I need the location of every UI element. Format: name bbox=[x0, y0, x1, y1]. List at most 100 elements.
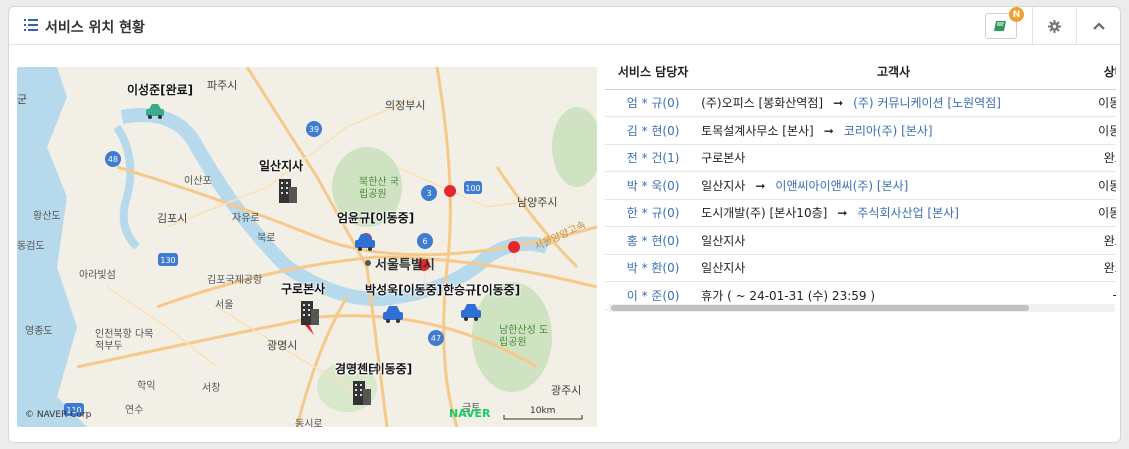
map-marker-label[interactable]: 한승규[이동중] bbox=[443, 281, 520, 298]
table-row[interactable]: 김 * 현(0)토목설계사무소 [본사]➞코리아(주) [본사]이동중24 bbox=[605, 116, 1116, 145]
map-label: 서울특별시 bbox=[375, 258, 435, 273]
collapse-button[interactable] bbox=[1076, 7, 1120, 45]
car-icon[interactable] bbox=[144, 103, 166, 119]
customer-cell: (주)오피스 [봉화산역점] ➞ (주) 커뮤니케이션 [노원역점] bbox=[701, 89, 1086, 117]
customer-cell: 도시개발(주) [본사10층] ➞ 주식회사산업 [본사] bbox=[701, 199, 1086, 227]
new-badge: N bbox=[1009, 7, 1024, 22]
table-row[interactable]: 박 * 환(0)일산지사완료24 bbox=[605, 254, 1116, 282]
service-location-panel: 서비스 위치 현황 N 39 48 3 6 47 100 130 110 군 파… bbox=[8, 6, 1121, 443]
map-label: 황산도 bbox=[33, 211, 61, 222]
agent-link[interactable]: 홍 * 현(0) bbox=[605, 226, 702, 255]
agent-link[interactable]: 전 * 건(1) bbox=[605, 144, 702, 172]
table-header-row: 서비스 담당자 고객사 상태 등 bbox=[605, 55, 1116, 90]
map-marker-label[interactable]: 경영센터 bbox=[335, 360, 379, 377]
map-label: 자유로 bbox=[232, 213, 260, 224]
map-label: 파주시 bbox=[207, 79, 238, 92]
map-label: 군 bbox=[17, 93, 28, 106]
map-label: 광주시 bbox=[551, 384, 582, 397]
table-row[interactable]: 엄 * 규(0) (주)오피스 [봉화산역점] ➞ (주) 커뮤니케이션 [노원역점]… bbox=[605, 89, 1116, 117]
map-marker-label[interactable]: 일산지사 bbox=[259, 157, 303, 174]
column-header[interactable]: 상태 bbox=[1085, 55, 1116, 90]
arrow-icon: ➞ bbox=[823, 123, 834, 138]
building-icon[interactable] bbox=[351, 379, 371, 405]
customer-cell: 일산지사 ➞ 이앤씨아이앤씨(주) [본사] bbox=[701, 171, 1086, 200]
map-base[interactable]: 39 48 3 6 47 100 130 110 bbox=[17, 67, 597, 427]
status-cell: 이동중 bbox=[1085, 89, 1116, 117]
status-cell: 완료 bbox=[1085, 254, 1116, 282]
service-map[interactable]: 39 48 3 6 47 100 130 110 군 파주시 의정부시 이산포 … bbox=[17, 67, 597, 427]
customer-to[interactable]: (주) 커뮤니케이션 [노원역점] bbox=[853, 96, 1001, 110]
car-icon[interactable] bbox=[353, 233, 377, 251]
map-marker-label[interactable]: 엄윤규[이동중] bbox=[337, 209, 414, 226]
car-icon[interactable] bbox=[459, 303, 483, 321]
map-label: 남양주시 bbox=[517, 196, 558, 209]
map-marker-label[interactable]: 이성준[완료] bbox=[127, 81, 193, 98]
table-row[interactable]: 한 * 규(0)도시개발(주) [본사10층]➞주식회사산업 [본사]이동중24 bbox=[605, 199, 1116, 227]
map-label: 의정부시 bbox=[385, 99, 426, 112]
customer-from: 휴가 ( ~ 24-01-31 (수) 23:59 ) bbox=[701, 288, 876, 303]
customer-from: 일산지사 bbox=[701, 178, 746, 193]
map-label: 김포국제공항 bbox=[207, 275, 263, 286]
customer-cell: 토목설계사무소 [본사] ➞ 코리아(주) [본사] bbox=[701, 116, 1086, 145]
building-icon[interactable] bbox=[299, 299, 319, 325]
svg-text:6: 6 bbox=[422, 237, 427, 246]
customer-to[interactable]: 이앤씨아이앤씨(주) [본사] bbox=[775, 179, 908, 193]
customer-cell: 일산지사 bbox=[701, 226, 1086, 255]
column-header[interactable]: 고객사 bbox=[701, 55, 1086, 90]
service-table: 서비스 담당자 고객사 상태 등 엄 * 규(0)(주)오피스 [봉화산역점] ➞… bbox=[605, 55, 1116, 315]
horizontal-scrollbar[interactable] bbox=[609, 304, 1114, 312]
table-row[interactable]: 전 * 건(1)구로본사완료24 bbox=[605, 144, 1116, 172]
status-cell: 이동중 bbox=[1085, 116, 1116, 145]
car-icon[interactable] bbox=[381, 305, 405, 323]
map-label: 인천북항 다목적부두 bbox=[95, 329, 154, 352]
map-label: 북로 bbox=[257, 233, 276, 244]
status-cell: 완료 bbox=[1085, 226, 1116, 255]
arrow-icon: ➞ bbox=[755, 178, 766, 193]
map-copyright: © NAVER Corp bbox=[25, 410, 92, 420]
svg-text:130: 130 bbox=[160, 256, 175, 265]
panel-title: 서비스 위치 현황 bbox=[45, 20, 145, 36]
agent-link[interactable]: 김 * 현(0) bbox=[605, 116, 702, 145]
svg-text:47: 47 bbox=[431, 334, 441, 343]
settings-button[interactable] bbox=[1032, 7, 1076, 45]
customer-from: 토목설계사무소 [본사] bbox=[701, 123, 814, 138]
building-icon[interactable] bbox=[277, 177, 297, 203]
svg-text:48: 48 bbox=[108, 155, 118, 164]
chevron-up-icon bbox=[1092, 22, 1105, 30]
naver-logo: NAVER bbox=[449, 407, 491, 420]
scale-label: 10km bbox=[530, 406, 556, 416]
map-label: 광명시 bbox=[267, 339, 298, 352]
map-label: 동검도 bbox=[17, 241, 45, 252]
gear-icon bbox=[1048, 19, 1061, 33]
map-label: 김포시 bbox=[157, 212, 188, 225]
map-label: 서창 bbox=[202, 383, 221, 394]
column-header[interactable]: 서비스 담당자 bbox=[605, 55, 702, 90]
customer-from: (주)오피스 [봉화산역점] bbox=[701, 96, 824, 111]
map-label: 학익 bbox=[137, 381, 156, 392]
map-marker-label[interactable]: 박성욱[이동중] bbox=[365, 281, 442, 298]
map-label: 영종도 bbox=[25, 326, 53, 337]
map-label: 동시로 bbox=[295, 419, 323, 427]
customer-from: 도시개발(주) [본사10층] bbox=[701, 206, 828, 221]
scrollbar-thumb[interactable] bbox=[611, 305, 1029, 311]
customer-cell: 구로본사 bbox=[701, 144, 1086, 172]
agent-link[interactable]: 한 * 규(0) bbox=[605, 199, 702, 227]
svg-text:39: 39 bbox=[309, 125, 319, 134]
customer-cell: 일산지사 bbox=[701, 254, 1086, 282]
svg-text:100: 100 bbox=[465, 184, 480, 193]
customer-from: 일산지사 bbox=[701, 261, 746, 276]
table-row[interactable]: 홍 * 현(0)일산지사완료24 bbox=[605, 226, 1116, 255]
map-label: 이산포 bbox=[184, 176, 212, 187]
agent-link[interactable]: 엄 * 규(0) bbox=[605, 89, 702, 117]
map-label: 남한산성 도립공원 bbox=[499, 325, 549, 348]
list-icon bbox=[24, 19, 38, 31]
agent-link[interactable]: 박 * 욱(0) bbox=[605, 171, 702, 200]
customer-to[interactable]: 코리아(주) [본사] bbox=[844, 124, 933, 138]
arrow-icon: ➞ bbox=[833, 96, 844, 111]
agent-link[interactable]: 박 * 환(0) bbox=[605, 254, 702, 282]
status-cell: 이동중 bbox=[1085, 171, 1116, 200]
table-row[interactable]: 박 * 욱(0)일산지사➞이앤씨아이앤씨(주) [본사]이동중24 bbox=[605, 171, 1116, 200]
map-marker-label[interactable]: 구로본사 bbox=[281, 280, 325, 297]
status-cell: 완료 bbox=[1085, 144, 1116, 172]
customer-to[interactable]: 주식회사산업 [본사] bbox=[857, 206, 959, 220]
